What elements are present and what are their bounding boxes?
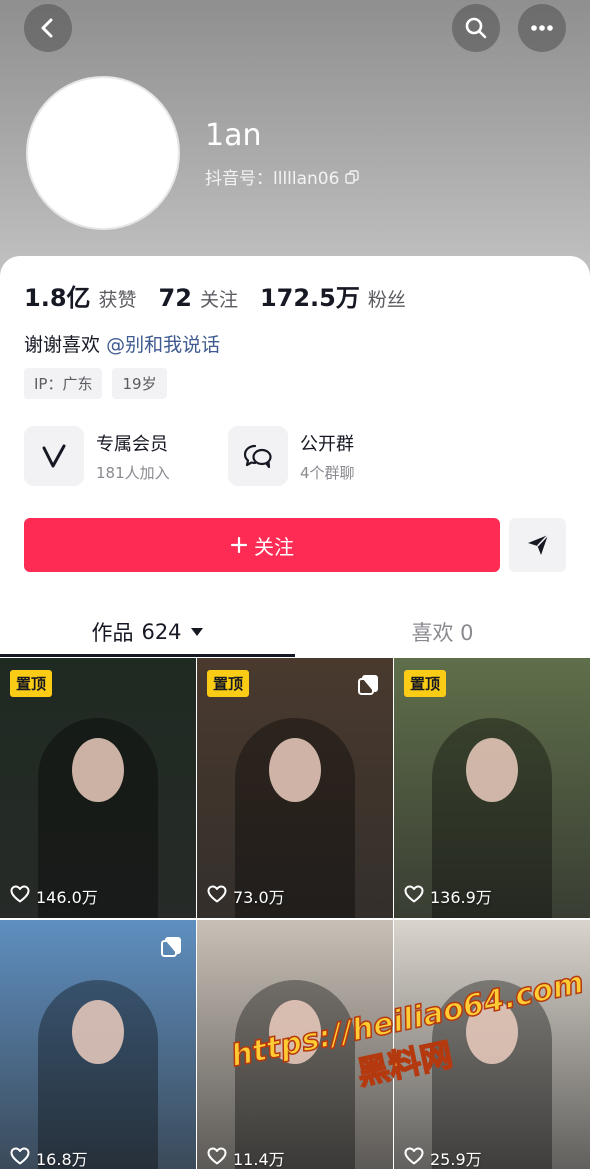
copy-icon[interactable] <box>345 169 360 184</box>
followers-label: 粉丝 <box>367 289 406 311</box>
following-label: 关注 <box>199 289 238 311</box>
heart-outline-icon <box>207 1147 227 1169</box>
content-tabs: 作品 624 喜欢 0 <box>0 608 590 658</box>
vip-v-icon <box>24 426 84 486</box>
heart-outline-icon <box>207 885 227 907</box>
video-tile[interactable]: 置顶 146.0万 <box>0 658 196 918</box>
vip-membership-entry[interactable]: 专属会员 181人加入 <box>24 426 228 486</box>
tab-works[interactable]: 作品 624 <box>0 608 295 656</box>
ip-location-tag: IP：广东 <box>24 368 103 399</box>
follow-button[interactable]: 关注 <box>24 518 500 572</box>
back-button[interactable] <box>24 4 72 52</box>
thumbnail-face <box>72 1000 124 1064</box>
video-like-count: 25.9万 <box>404 1146 482 1169</box>
group-chat-icon <box>228 426 288 486</box>
tab-works-count: 624 <box>141 620 182 644</box>
likes-label: 获赞 <box>98 289 137 311</box>
heart-outline-icon <box>404 1147 424 1169</box>
video-like-count: 146.0万 <box>10 884 98 908</box>
thumbnail-face <box>466 738 518 802</box>
likes-count: 1.8亿 <box>24 284 91 312</box>
pinned-badge: 置顶 <box>10 670 53 697</box>
likes-stat: 1.8亿 获赞 <box>24 278 137 313</box>
heart-outline-icon <box>10 885 30 907</box>
douyin-id: 抖音号：lllllan06 <box>205 164 360 189</box>
chevron-left-icon <box>41 18 53 38</box>
group-title: 公开群 <box>300 433 354 455</box>
bio-text: 谢谢喜欢 <box>24 334 101 356</box>
bio: 谢谢喜欢 @别和我说话 <box>24 330 220 357</box>
following-stat[interactable]: 72 关注 <box>159 284 238 312</box>
video-like-text: 16.8万 <box>36 1150 88 1169</box>
video-tile[interactable]: 置顶 73.0万 <box>197 658 393 918</box>
thumbnail-face <box>269 738 321 802</box>
video-tile[interactable]: 16.8万 <box>0 920 196 1169</box>
profile-header: 1an 抖音号：lllllan06 <box>0 0 590 290</box>
multi-image-icon <box>357 674 379 700</box>
send-icon <box>527 534 549 555</box>
video-like-text: 73.0万 <box>233 888 285 907</box>
active-tab-indicator <box>0 654 295 657</box>
avatar[interactable] <box>26 76 180 230</box>
follow-button-label: 关注 <box>254 534 294 559</box>
group-subtitle: 4个群聊 <box>300 463 355 482</box>
thumbnail-face <box>72 738 124 802</box>
stats-row: 1.8亿 获赞 72 关注 172.5万 粉丝 <box>24 278 406 313</box>
share-button[interactable] <box>509 518 566 572</box>
search-button[interactable] <box>452 4 500 52</box>
video-like-count: 73.0万 <box>207 884 285 908</box>
following-count: 72 <box>158 284 192 312</box>
bio-mention-link[interactable]: @别和我说话 <box>106 334 220 356</box>
vip-subtitle: 181人加入 <box>96 463 170 482</box>
heart-outline-icon <box>10 1147 30 1169</box>
douyin-id-text: 抖音号：lllllan06 <box>205 169 340 189</box>
plus-icon <box>230 536 248 554</box>
feature-entries: 专属会员 181人加入 公开群 4个群聊 <box>24 426 432 486</box>
tab-likes[interactable]: 喜欢 0 <box>295 608 590 656</box>
pinned-badge: 置顶 <box>404 670 447 697</box>
nickname: 1an <box>205 118 262 153</box>
video-like-text: 136.9万 <box>430 888 492 907</box>
age-tag: 19岁 <box>112 368 167 399</box>
tab-works-label: 作品 <box>91 621 134 645</box>
video-like-text: 25.9万 <box>430 1150 482 1169</box>
video-like-count: 136.9万 <box>404 884 492 908</box>
followers-stat[interactable]: 172.5万 粉丝 <box>260 278 406 313</box>
tag-list: IP：广东 19岁 <box>24 368 167 399</box>
vip-title: 专属会员 <box>96 433 168 455</box>
search-icon <box>465 17 487 39</box>
pinned-badge: 置顶 <box>207 670 250 697</box>
multi-image-icon <box>160 936 182 962</box>
dropdown-triangle-icon[interactable] <box>190 627 204 637</box>
video-tile[interactable]: 置顶 136.9万 <box>394 658 590 918</box>
video-like-text: 146.0万 <box>36 888 98 907</box>
more-icon <box>531 25 553 31</box>
followers-count: 172.5万 <box>259 284 360 312</box>
video-like-count: 16.8万 <box>10 1146 88 1169</box>
heart-outline-icon <box>404 885 424 907</box>
more-button[interactable] <box>518 4 566 52</box>
public-group-entry[interactable]: 公开群 4个群聊 <box>228 426 432 486</box>
